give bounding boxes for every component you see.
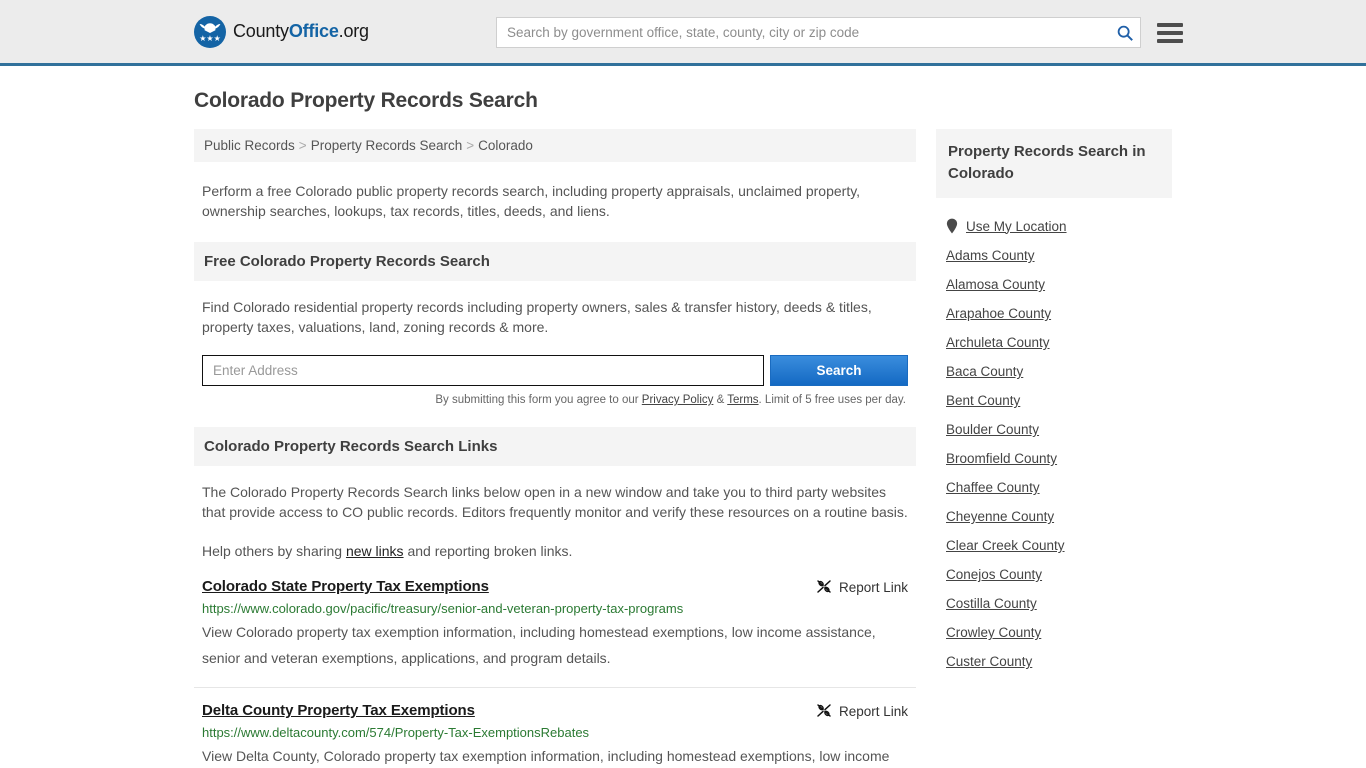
disclaimer-amp-text: &: [713, 394, 728, 406]
hamburger-bar: [1157, 38, 1183, 43]
logo-county-text: County: [233, 21, 289, 41]
sidebar-item-label[interactable]: Baca County: [946, 364, 1023, 379]
sidebar-item-arapahoe-county[interactable]: Arapahoe County: [946, 299, 1172, 328]
link-entry-title[interactable]: Colorado State Property Tax Exemptions: [202, 578, 489, 595]
sidebar-item-label[interactable]: Boulder County: [946, 422, 1039, 437]
broken-link-icon: [817, 704, 831, 717]
eagle-icon: [199, 22, 221, 33]
link-entry-header: Colorado State Property Tax Exemptions R…: [202, 578, 908, 595]
sidebar-item-label[interactable]: Bent County: [946, 393, 1020, 408]
link-entry-title[interactable]: Delta County Property Tax Exemptions: [202, 702, 475, 719]
hamburger-bar: [1157, 22, 1183, 27]
sidebar-item-chaffee-county[interactable]: Chaffee County: [946, 473, 1172, 502]
breadcrumb-separator: >: [298, 138, 307, 153]
links-section-heading: Colorado Property Records Search Links: [194, 427, 916, 466]
form-disclaimer: By submitting this form you agree to our…: [202, 394, 908, 406]
breadcrumb-item-public-records[interactable]: Public Records: [204, 138, 295, 153]
sidebar-item-custer-county[interactable]: Custer County: [946, 647, 1172, 676]
breadcrumb-item-colorado[interactable]: Colorado: [478, 138, 533, 153]
sidebar-item-use-my-location[interactable]: Use My Location: [946, 211, 1172, 241]
content-columns: Public Records > Property Records Search > C…: [194, 129, 1186, 768]
sidebar-item-label[interactable]: Broomfield County: [946, 451, 1057, 466]
sidebar-item-label[interactable]: Custer County: [946, 654, 1032, 669]
sidebar-item-crowley-county[interactable]: Crowley County: [946, 618, 1172, 647]
disclaimer-post-text: . Limit of 5 free uses per day.: [758, 394, 906, 406]
link-entry: Colorado State Property Tax Exemptions R…: [194, 564, 916, 688]
header-search-group: [496, 17, 1183, 48]
broken-link-icon: [817, 580, 831, 593]
sidebar-item-broomfield-county[interactable]: Broomfield County: [946, 444, 1172, 473]
sidebar-item-label[interactable]: Arapahoe County: [946, 306, 1051, 321]
sidebar-item-baca-county[interactable]: Baca County: [946, 357, 1172, 386]
disclaimer-pre-text: By submitting this form you agree to our: [435, 394, 642, 406]
breadcrumb-item-property-records-search[interactable]: Property Records Search: [311, 138, 463, 153]
sidebar-item-label[interactable]: Cheyenne County: [946, 509, 1054, 524]
search-button[interactable]: Search: [770, 355, 908, 386]
logo-office-text: Office: [288, 21, 339, 41]
sidebar-item-cheyenne-county[interactable]: Cheyenne County: [946, 502, 1172, 531]
help-post-text: and reporting broken links.: [403, 543, 573, 559]
links-section-body: The Colorado Property Records Search lin…: [194, 482, 916, 564]
sidebar-item-label[interactable]: Clear Creek County: [946, 538, 1065, 553]
sidebar-heading: Property Records Search in Colorado: [936, 129, 1172, 198]
link-entry-description: View Colorado property tax exemption inf…: [202, 624, 876, 666]
sidebar-item-archuleta-county[interactable]: Archuleta County: [946, 328, 1172, 357]
address-search-form: Search: [202, 355, 908, 386]
sidebar-item-alamosa-county[interactable]: Alamosa County: [946, 270, 1172, 299]
sidebar-item-label[interactable]: Adams County: [946, 248, 1035, 263]
breadcrumb-separator: >: [466, 138, 475, 153]
free-search-description: Find Colorado residential property recor…: [202, 299, 872, 335]
sidebar-item-adams-county[interactable]: Adams County: [946, 241, 1172, 270]
hamburger-menu-icon[interactable]: [1157, 22, 1183, 43]
link-entry-url: https://www.colorado.gov/pacific/treasur…: [202, 601, 684, 616]
page-title: Colorado Property Records Search: [194, 89, 538, 112]
sidebar-item-label[interactable]: Use My Location: [966, 219, 1067, 234]
sidebar-item-label[interactable]: Conejos County: [946, 567, 1042, 582]
sidebar-item-label[interactable]: Archuleta County: [946, 335, 1050, 350]
sidebar-item-label[interactable]: Costilla County: [946, 596, 1037, 611]
free-search-heading: Free Colorado Property Records Search: [194, 242, 916, 281]
sidebar-item-bent-county[interactable]: Bent County: [946, 386, 1172, 415]
sidebar-item-label[interactable]: Crowley County: [946, 625, 1041, 640]
stars-icon: ★★★: [199, 33, 221, 43]
page-container: Colorado Property Records Search Public …: [0, 66, 1366, 768]
link-entry: Delta County Property Tax Exemptions Rep…: [194, 688, 916, 768]
report-link-label: Report Link: [838, 703, 908, 719]
sidebar-item-costilla-county[interactable]: Costilla County: [946, 589, 1172, 618]
sidebar-item-label[interactable]: Alamosa County: [946, 277, 1045, 292]
hamburger-bar: [1157, 30, 1183, 35]
report-link-button[interactable]: Report Link: [816, 702, 908, 719]
help-pre-text: Help others by sharing: [202, 543, 346, 559]
links-section-paragraph: The Colorado Property Records Search lin…: [202, 484, 908, 520]
link-entry-description: View Delta County, Colorado property tax…: [202, 748, 890, 764]
header-search-box[interactable]: [496, 17, 1141, 48]
free-search-body: Find Colorado residential property recor…: [194, 297, 916, 406]
eagle-seal-icon: ★★★: [194, 15, 226, 48]
search-input[interactable]: [507, 25, 1116, 40]
sidebar-item-clear-creek-county[interactable]: Clear Creek County: [946, 531, 1172, 560]
sidebar-item-conejos-county[interactable]: Conejos County: [946, 560, 1172, 589]
terms-link[interactable]: Terms: [727, 394, 758, 406]
link-entry-url: https://www.deltacounty.com/574/Property…: [202, 725, 590, 740]
site-logo-text: CountyOffice.org: [233, 21, 369, 42]
site-header: ★★★ CountyOffice.org: [0, 0, 1366, 66]
address-input[interactable]: [202, 355, 765, 386]
sidebar-county-list: Use My Location Adams County Alamosa Cou…: [936, 198, 1172, 676]
search-icon[interactable]: [1116, 24, 1134, 42]
breadcrumb: Public Records > Property Records Search > C…: [194, 129, 916, 162]
link-entry-header: Delta County Property Tax Exemptions Rep…: [202, 702, 908, 719]
main-content: Public Records > Property Records Search > C…: [194, 129, 916, 768]
page-intro-text: Perform a free Colorado public property …: [202, 183, 861, 219]
sidebar-item-label[interactable]: Chaffee County: [946, 480, 1040, 495]
report-link-label: Report Link: [838, 579, 908, 595]
sidebar: Property Records Search in Colorado Use …: [936, 129, 1172, 676]
privacy-policy-link[interactable]: Privacy Policy: [642, 394, 714, 406]
sidebar-item-boulder-county[interactable]: Boulder County: [946, 415, 1172, 444]
map-pin-icon: [946, 218, 958, 234]
report-link-button[interactable]: Report Link: [816, 578, 908, 595]
new-links-link[interactable]: new links: [346, 543, 404, 559]
logo-org-text: .org: [338, 21, 369, 41]
site-logo[interactable]: ★★★ CountyOffice.org: [194, 15, 369, 48]
links-section-help: Help others by sharing new links and rep…: [202, 538, 908, 564]
